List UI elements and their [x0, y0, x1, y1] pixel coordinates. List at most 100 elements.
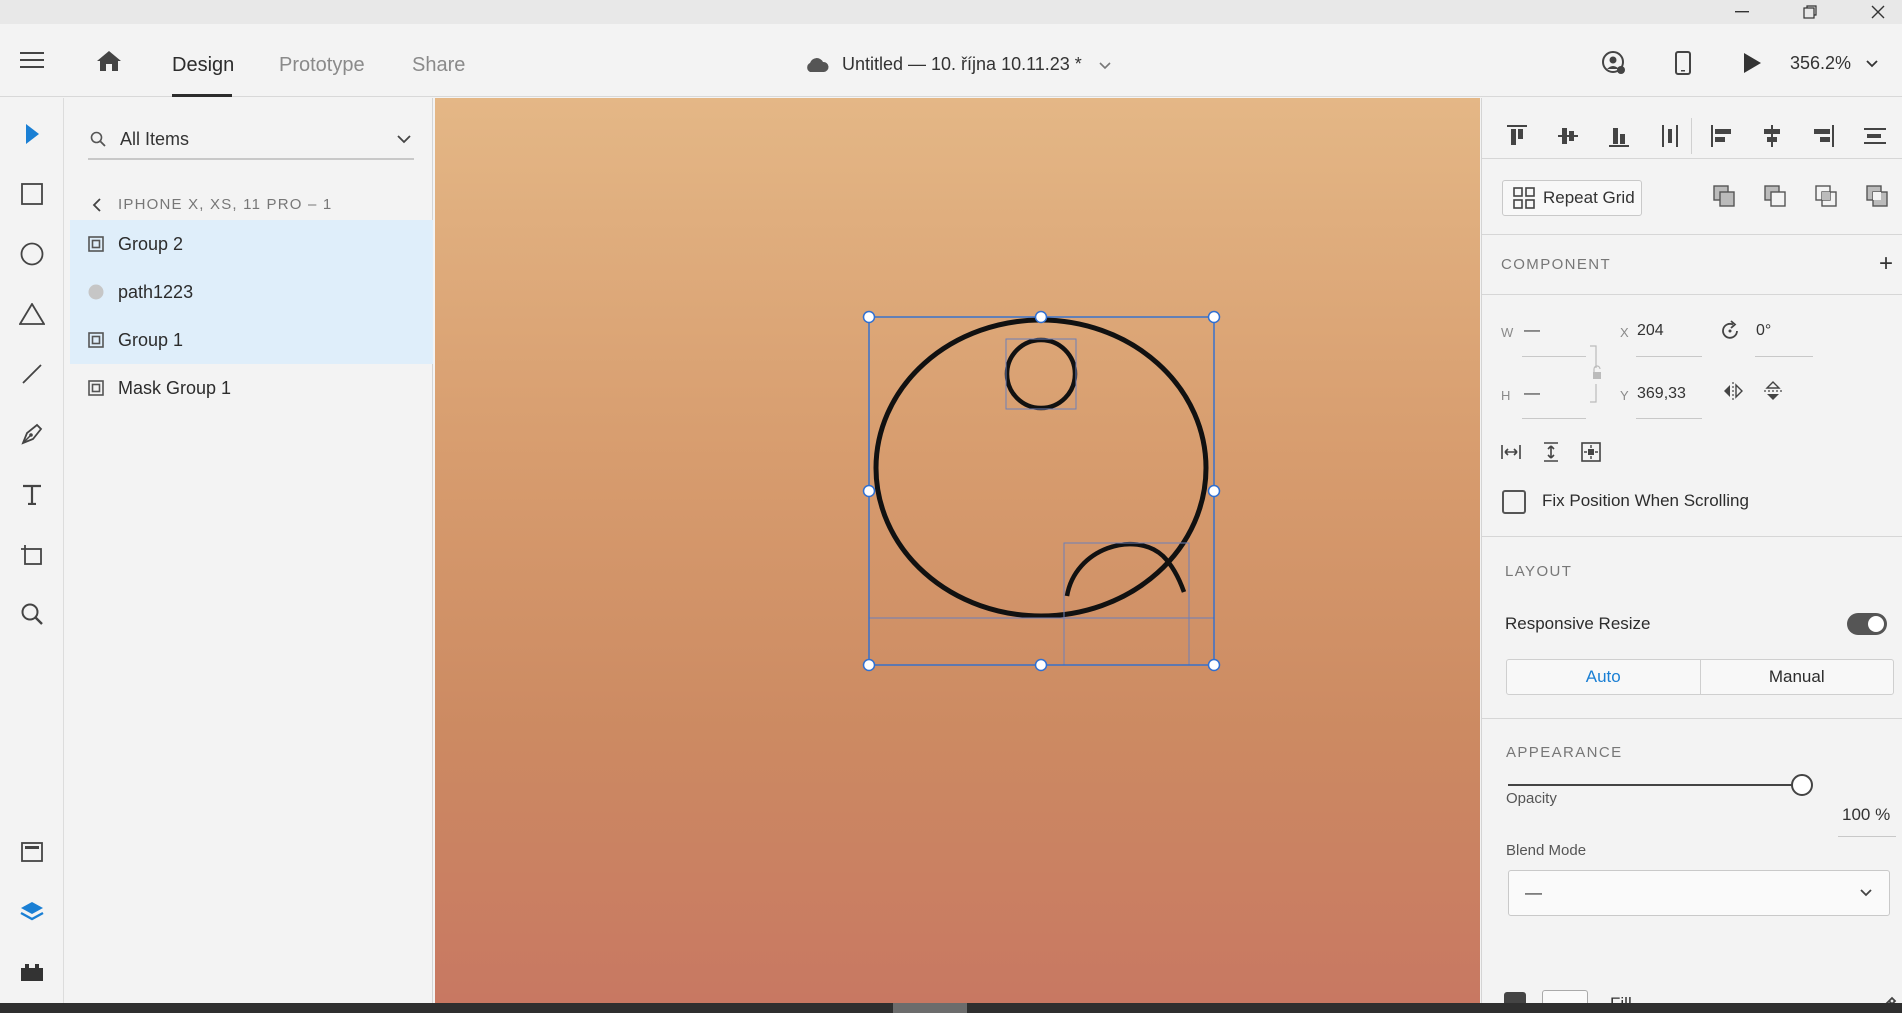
- layers-panel-icon[interactable]: [18, 898, 46, 926]
- intersect-boolean-icon[interactable]: [1814, 184, 1838, 208]
- design-canvas[interactable]: [435, 98, 1480, 1003]
- layer-row[interactable]: Group 1: [70, 316, 433, 364]
- breadcrumb[interactable]: IPHONE X, XS, 11 PRO – 1: [92, 196, 332, 213]
- zoom-tool-icon[interactable]: [18, 600, 46, 628]
- fill-label: Fill: [1610, 994, 1632, 1003]
- flip-horizontal-icon[interactable]: [1722, 380, 1744, 402]
- field-underline: [1522, 356, 1586, 357]
- component-section-title: COMPONENT: [1501, 256, 1612, 273]
- layers-search[interactable]: All Items: [88, 120, 414, 160]
- artboard-tool-icon[interactable]: [18, 540, 46, 568]
- layer-label: Group 2: [118, 233, 184, 254]
- chevron-down-icon[interactable]: [396, 133, 412, 145]
- tab-design[interactable]: Design: [172, 54, 234, 77]
- distribute-horizontal-icon[interactable]: [1861, 122, 1887, 150]
- add-component-icon[interactable]: +: [1879, 250, 1893, 278]
- resize-handle[interactable]: [1207, 484, 1221, 498]
- zoom-control[interactable]: 356.2%: [1790, 53, 1879, 74]
- height-field[interactable]: —: [1524, 385, 1540, 403]
- document-title-text: Untitled — 10. října 10.11.23 *: [842, 54, 1082, 74]
- chevron-left-icon[interactable]: [92, 197, 102, 212]
- tab-prototype[interactable]: Prototype: [279, 54, 365, 77]
- restore-icon[interactable]: [1780, 0, 1840, 24]
- align-top-icon[interactable]: [1504, 122, 1530, 150]
- blend-mode-select[interactable]: —: [1508, 870, 1890, 916]
- hamburger-menu-icon[interactable]: [20, 52, 44, 70]
- select-tool-icon[interactable]: [18, 120, 46, 148]
- align-bottom-icon[interactable]: [1606, 122, 1632, 150]
- resize-mode-segmented[interactable]: Auto Manual: [1506, 659, 1894, 695]
- resize-handle[interactable]: [1034, 658, 1048, 672]
- width-field[interactable]: —: [1524, 322, 1540, 340]
- fill-checkbox[interactable]: [1504, 992, 1526, 1003]
- pin-edges-icon[interactable]: [1580, 441, 1602, 463]
- y-field[interactable]: 369,33: [1637, 385, 1686, 403]
- align-middle-icon[interactable]: [1555, 122, 1581, 150]
- small-circle-shape[interactable]: [1004, 337, 1078, 411]
- arc-path-shape[interactable]: [1064, 541, 1187, 597]
- opacity-slider-handle[interactable]: [1791, 774, 1813, 796]
- resize-handle[interactable]: [862, 658, 876, 672]
- auto-option[interactable]: Auto: [1507, 660, 1701, 694]
- scroll-thumb[interactable]: [893, 1003, 967, 1013]
- layer-row[interactable]: Mask Group 1: [70, 364, 433, 412]
- plugins-panel-icon[interactable]: [18, 958, 46, 986]
- document-title[interactable]: Untitled — 10. října 10.11.23 *: [804, 54, 1112, 75]
- fill-row: Fill: [1504, 986, 1902, 1003]
- eyedropper-icon[interactable]: [1876, 992, 1898, 1003]
- distribute-vertical-icon[interactable]: [1657, 122, 1683, 150]
- opacity-label: Opacity: [1506, 790, 1557, 807]
- large-ellipse-shape[interactable]: [873, 317, 1209, 619]
- path-icon: [88, 284, 104, 300]
- rectangle-tool-icon[interactable]: [18, 180, 46, 208]
- add-boolean-icon[interactable]: [1712, 184, 1736, 208]
- assets-panel-icon[interactable]: [18, 838, 46, 866]
- ellipse-tool-icon[interactable]: [18, 240, 46, 268]
- line-tool-icon[interactable]: [18, 360, 46, 388]
- field-underline: [1636, 356, 1702, 357]
- device-preview-icon[interactable]: [1669, 50, 1697, 76]
- lock-aspect-icon[interactable]: [1588, 344, 1602, 404]
- resize-handle[interactable]: [862, 484, 876, 498]
- width-label: W: [1501, 325, 1514, 340]
- fix-position-checkbox[interactable]: [1502, 490, 1526, 514]
- chevron-down-icon[interactable]: [1098, 60, 1112, 70]
- polygon-tool-icon[interactable]: [18, 300, 46, 328]
- subtract-boolean-icon[interactable]: [1763, 184, 1787, 208]
- minimize-icon[interactable]: [1712, 0, 1772, 24]
- fix-width-icon[interactable]: [1500, 441, 1522, 463]
- resize-handle[interactable]: [862, 310, 876, 324]
- opacity-value[interactable]: 100 %: [1842, 805, 1890, 825]
- align-right-icon[interactable]: [1810, 122, 1836, 150]
- align-center-icon[interactable]: [1759, 122, 1785, 150]
- home-icon[interactable]: [96, 50, 122, 72]
- fix-position-label: Fix Position When Scrolling: [1542, 491, 1749, 510]
- text-tool-icon[interactable]: [18, 480, 46, 508]
- x-field[interactable]: 204: [1637, 322, 1664, 340]
- group-icon: [88, 332, 104, 348]
- blend-mode-value: —: [1525, 883, 1542, 902]
- fill-swatch[interactable]: [1542, 990, 1588, 1003]
- align-toolbar: [1504, 118, 1896, 154]
- pen-tool-icon[interactable]: [18, 420, 46, 448]
- artboard-artwork[interactable]: [435, 98, 1480, 1003]
- repeat-grid-button[interactable]: Repeat Grid: [1502, 180, 1642, 216]
- resize-handle[interactable]: [1207, 658, 1221, 672]
- exclude-boolean-icon[interactable]: [1865, 184, 1889, 208]
- opacity-slider-track[interactable]: [1508, 784, 1798, 786]
- layer-row[interactable]: path1223: [70, 268, 433, 316]
- share-user-icon[interactable]: [1600, 50, 1628, 76]
- resize-handle[interactable]: [1207, 310, 1221, 324]
- resize-handle[interactable]: [1034, 310, 1048, 324]
- chevron-down-icon[interactable]: [1865, 59, 1879, 69]
- manual-option[interactable]: Manual: [1701, 660, 1894, 694]
- align-left-icon[interactable]: [1708, 122, 1734, 150]
- close-icon[interactable]: [1848, 0, 1902, 24]
- fix-height-icon[interactable]: [1540, 441, 1562, 463]
- responsive-resize-toggle[interactable]: [1847, 613, 1887, 635]
- layer-row[interactable]: Group 2: [70, 220, 433, 268]
- rotation-field[interactable]: 0°: [1756, 322, 1771, 340]
- play-preview-icon[interactable]: [1738, 50, 1766, 76]
- tab-share[interactable]: Share: [412, 54, 465, 77]
- flip-vertical-icon[interactable]: [1762, 380, 1784, 402]
